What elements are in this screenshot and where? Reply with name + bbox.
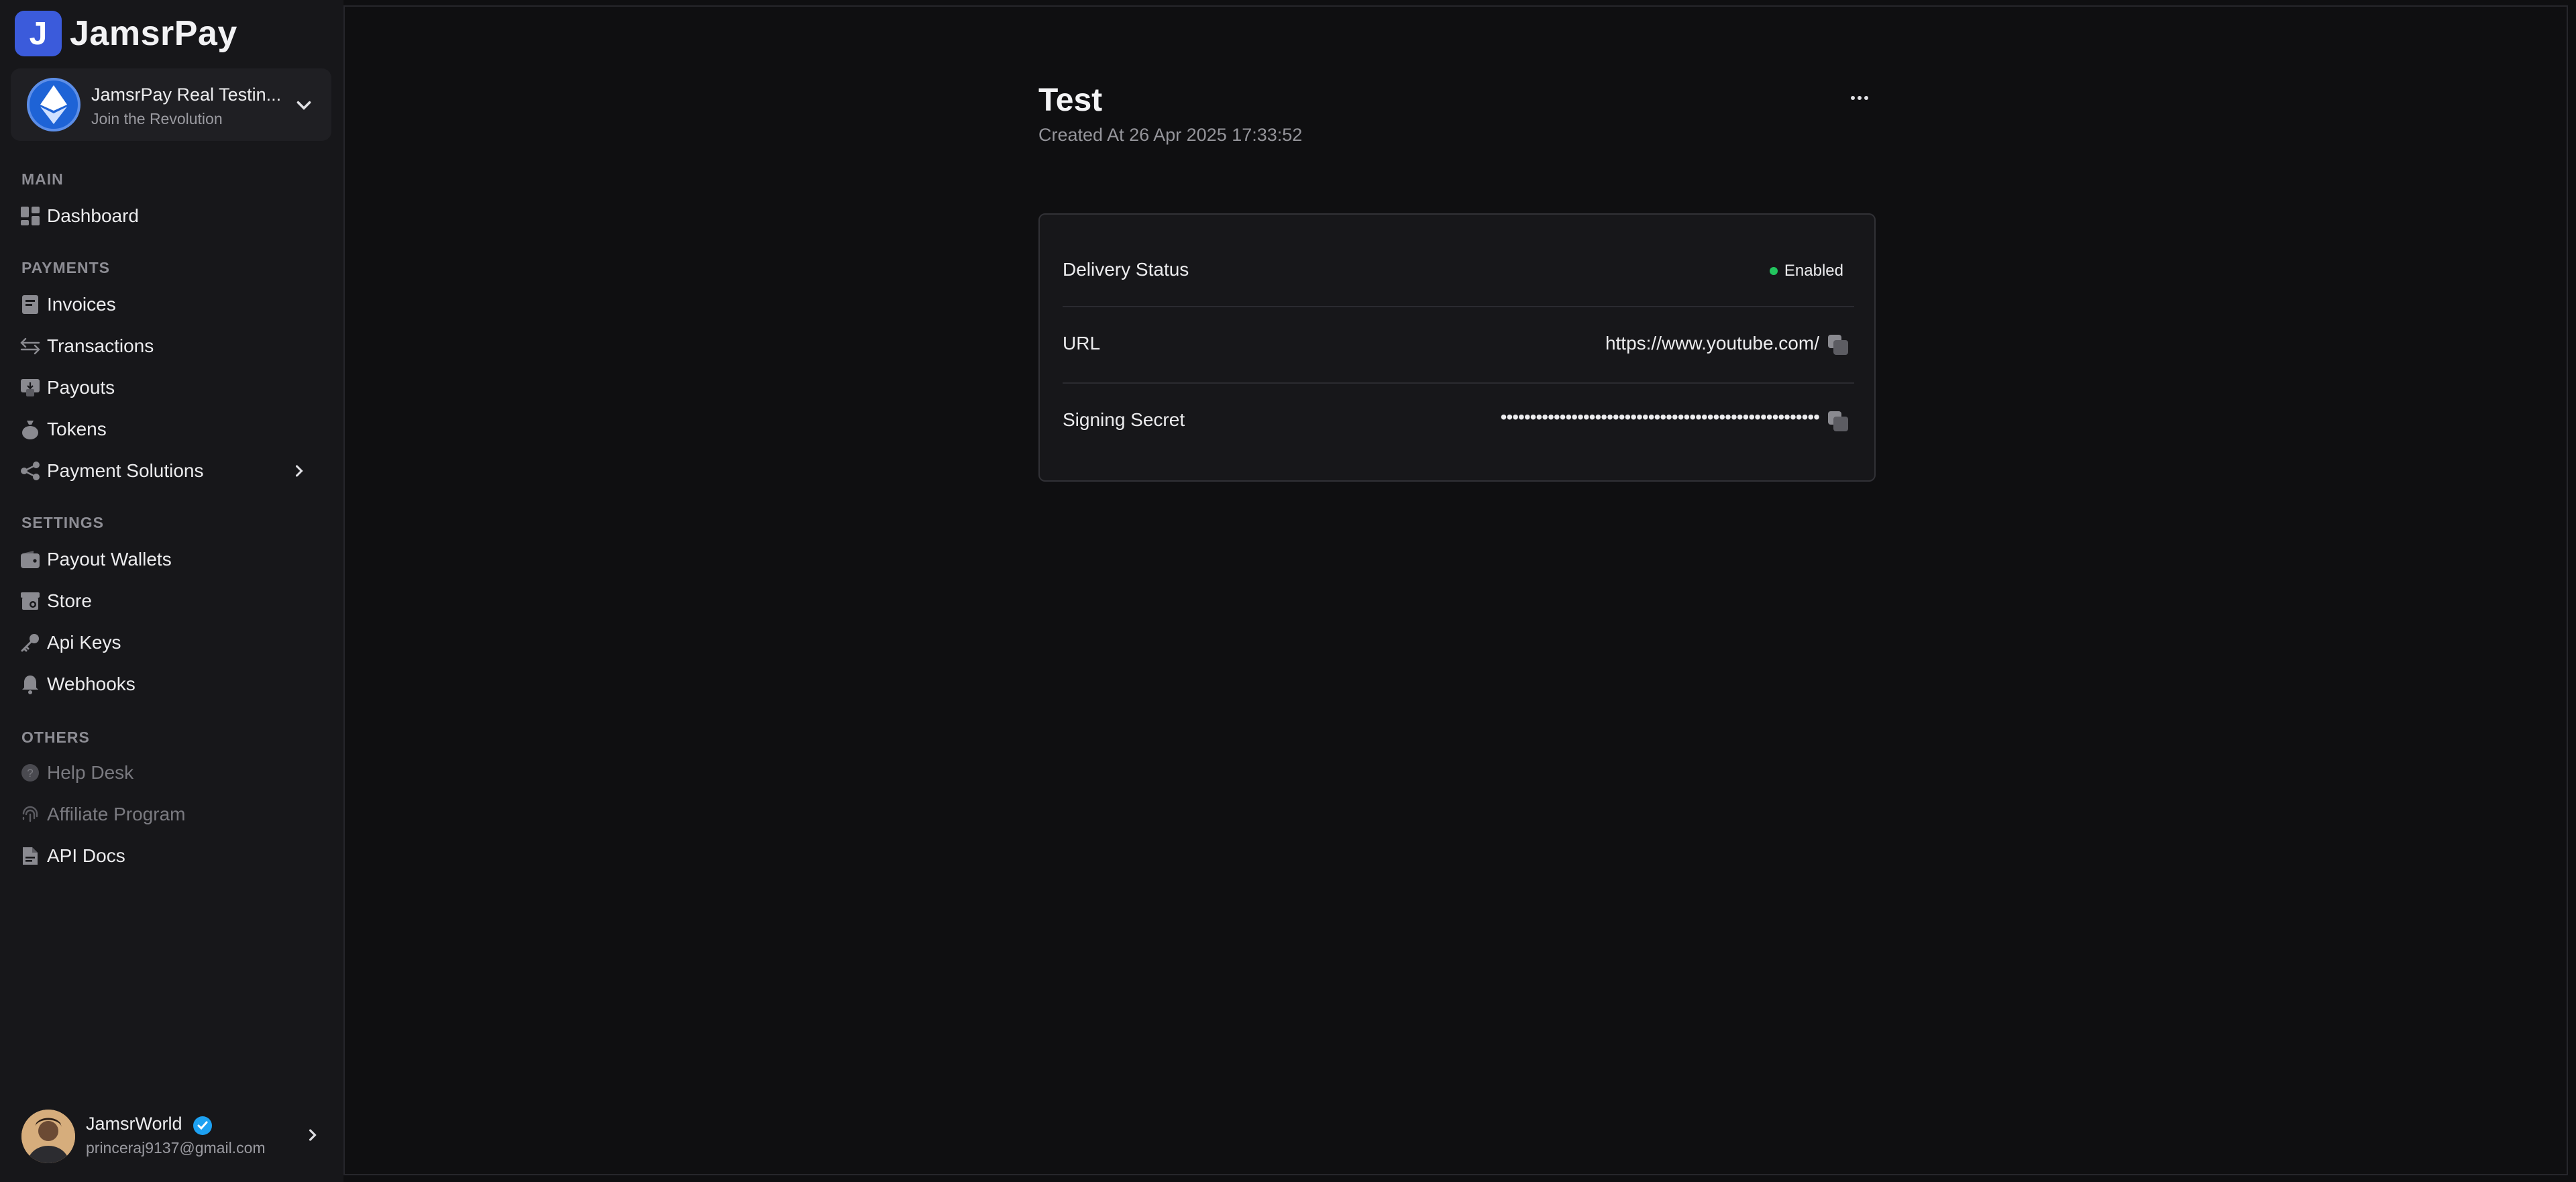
signing-secret-label: Signing Secret [1063, 409, 1185, 430]
nav-label: Affiliate Program [47, 804, 186, 824]
project-switcher[interactable]: JamsrPay Real Testin... Join the Revolut… [11, 68, 331, 141]
brand[interactable]: J JamsrPay [15, 11, 237, 56]
section-others: OTHERS [21, 729, 90, 746]
dashboard-icon [19, 205, 42, 227]
url-value: https://www.youtube.com/ [1605, 333, 1819, 354]
money-bag-icon [19, 418, 42, 441]
page-title: Test [1038, 83, 1103, 118]
help-icon: ? [19, 761, 42, 784]
divider [1063, 306, 1854, 307]
section-settings: SETTINGS [21, 514, 105, 531]
payout-icon [19, 376, 42, 399]
user-profile[interactable]: JamsrWorld princeraj9137@gmail.com [19, 1107, 327, 1163]
status-dot [1769, 267, 1778, 275]
nav-help-desk[interactable]: ? Help Desk [19, 755, 327, 790]
brand-name: JamsrPay [70, 14, 237, 53]
nav-label: Payment Solutions [47, 460, 204, 481]
wallet-icon [19, 548, 42, 571]
project-subtitle: Join the Revolution [91, 110, 223, 127]
verified-icon [193, 1116, 212, 1135]
nav-label: Payout Wallets [47, 549, 172, 570]
nav-affiliate-program[interactable]: Affiliate Program [19, 797, 327, 832]
divider [1063, 382, 1854, 384]
share-nodes-icon [19, 460, 42, 482]
nav-payment-solutions[interactable]: Payment Solutions [19, 453, 327, 488]
signing-secret-row: Signing Secret •••••••••••••••••••••••••… [1063, 392, 1854, 452]
copy-icon[interactable] [1826, 409, 1850, 433]
delivery-status-label: Delivery Status [1063, 259, 1189, 280]
status-text: Enabled [1784, 262, 1843, 280]
invoice-icon [19, 293, 42, 316]
ellipsis-icon [1851, 96, 1868, 100]
nav-label: Transactions [47, 335, 154, 356]
nav-api-keys[interactable]: Api Keys [19, 625, 327, 660]
bell-icon [19, 673, 42, 696]
chevron-right-icon [295, 465, 303, 477]
copy-icon[interactable] [1826, 333, 1850, 357]
nav-dashboard[interactable]: Dashboard [19, 199, 327, 233]
webhook-details-card: Delivery Status Enabled URL https://www.… [1038, 213, 1876, 482]
nav-label: Webhooks [47, 674, 136, 694]
nav-label: Invoices [47, 294, 116, 315]
document-icon [19, 845, 42, 867]
nav-transactions[interactable]: Transactions [19, 329, 327, 364]
nav-label: Api Keys [47, 632, 121, 653]
avatar [21, 1110, 75, 1163]
key-icon [19, 631, 42, 654]
ethereum-icon [27, 78, 80, 131]
store-icon [19, 590, 42, 612]
nav-tokens[interactable]: Tokens [19, 412, 327, 447]
nav-label: Tokens [47, 419, 107, 439]
delivery-status-row: Delivery Status Enabled [1063, 241, 1854, 302]
nav-label: Help Desk [47, 762, 134, 783]
nav-label: Payouts [47, 377, 115, 398]
nav-api-docs[interactable]: API Docs [19, 839, 327, 873]
status-badge: Enabled [1769, 262, 1843, 280]
svg-text:?: ? [27, 767, 33, 780]
sidebar: J JamsrPay JamsrPay Real Testin... Join … [0, 0, 343, 1182]
user-name: JamsrWorld [86, 1114, 182, 1134]
nav-webhooks[interactable]: Webhooks [19, 667, 327, 702]
url-label: URL [1063, 333, 1101, 354]
arrows-swap-icon [19, 335, 42, 358]
url-row: URL https://www.youtube.com/ [1063, 315, 1854, 376]
main-panel [343, 5, 2568, 1175]
nav-store[interactable]: Store [19, 584, 327, 619]
chevron-down-icon [297, 101, 311, 110]
more-options-button[interactable] [1846, 85, 1873, 111]
nav-label: Dashboard [47, 205, 139, 226]
nav-label: Store [47, 590, 92, 611]
brand-logo: J [15, 11, 62, 56]
created-at: Created At 26 Apr 2025 17:33:52 [1038, 125, 1303, 145]
nav-invoices[interactable]: Invoices [19, 287, 327, 322]
section-payments: PAYMENTS [21, 259, 110, 276]
signing-secret-value: ••••••••••••••••••••••••••••••••••••••••… [1500, 407, 1820, 427]
section-main: MAIN [21, 170, 64, 188]
nav-payouts[interactable]: Payouts [19, 370, 327, 405]
fingerprint-icon [19, 803, 42, 826]
nav-label: API Docs [47, 845, 125, 866]
user-email: princeraj9137@gmail.com [86, 1139, 266, 1157]
nav-payout-wallets[interactable]: Payout Wallets [19, 542, 327, 577]
project-name: JamsrPay Real Testin... [91, 85, 282, 105]
chevron-right-icon [309, 1129, 317, 1141]
